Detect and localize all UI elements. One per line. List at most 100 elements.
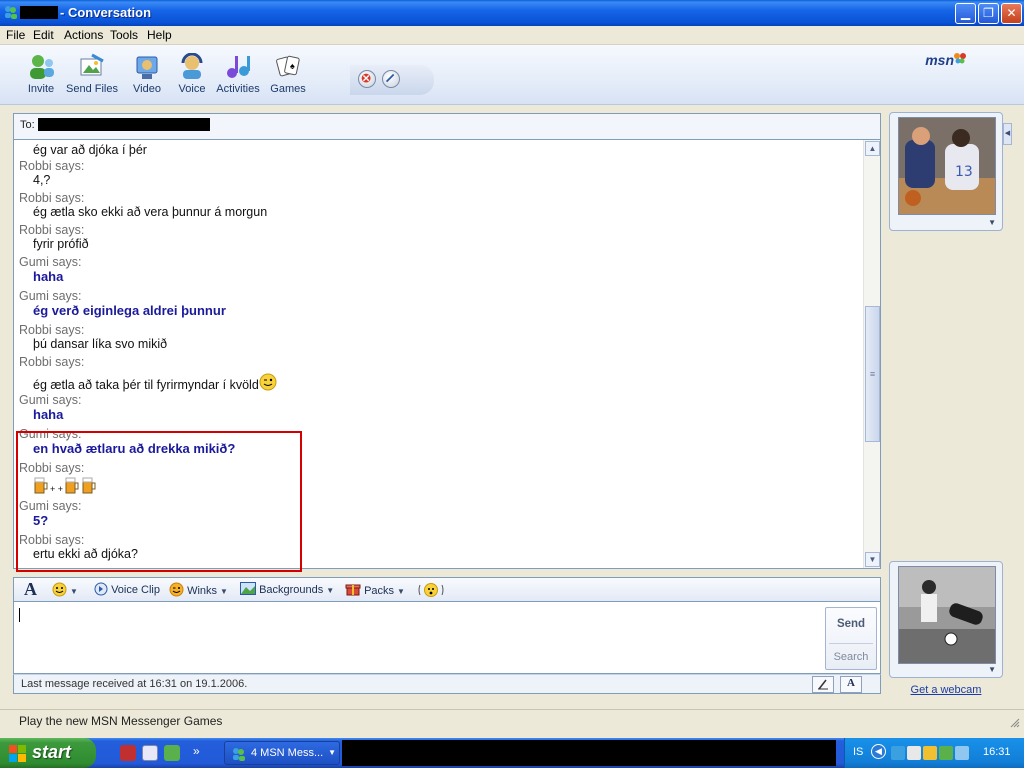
menu-tools[interactable]: Tools	[110, 28, 138, 42]
language-indicator[interactable]: IS	[853, 746, 863, 758]
voice-button[interactable]: Voice	[177, 53, 207, 95]
send-files-icon	[80, 53, 104, 76]
list-item: Gumi says: haha	[19, 255, 82, 284]
emoticon-button[interactable]: ▼	[52, 582, 78, 597]
system-tray: IS ◀ 16:31	[844, 738, 1024, 768]
ad-banner[interactable]: Play the new MSN Messenger Games	[0, 709, 1024, 731]
text-cursor	[19, 608, 20, 622]
menu-help[interactable]: Help	[147, 28, 172, 42]
list-item: Robbi says: þú dansar líka svo mikið	[19, 323, 168, 351]
quicklaunch-explorer-icon[interactable]	[142, 745, 158, 761]
red-highlight-box	[16, 431, 302, 572]
recipient-bar: To:	[13, 113, 881, 139]
video-icon	[136, 56, 158, 79]
list-item: Robbi says: ég ætla að taka þér til fyri…	[19, 355, 277, 392]
contact-display-picture[interactable]: 13	[898, 117, 996, 215]
quicklaunch-app-icon[interactable]	[120, 745, 136, 761]
voice-icon	[181, 53, 203, 79]
window-title: - Conversation	[60, 5, 152, 20]
block-button[interactable]	[358, 70, 376, 88]
last-message-status: Last message received at 16:31 on 19.1.2…	[21, 678, 248, 690]
minimize-button[interactable]: ▁	[955, 3, 976, 24]
list-item: Robbi says: fyrir prófið	[19, 223, 89, 251]
history-scrollbar[interactable]: ▲ ≡ ▼	[863, 140, 880, 568]
tray-network-icon[interactable]	[955, 746, 969, 760]
taskbar: start » 4 MSN Mess... ▼ IS ◀ 16:31	[0, 738, 1024, 768]
tray-expand-icon[interactable]: ◀	[871, 744, 886, 759]
message-input[interactable]: Send Search	[13, 601, 881, 674]
tray-signal-icon[interactable]	[939, 746, 953, 760]
font-button[interactable]: A	[24, 579, 37, 600]
my-display-picture[interactable]	[898, 566, 996, 664]
menu-edit[interactable]: Edit	[33, 28, 54, 42]
tray-app-icon[interactable]	[907, 746, 921, 760]
send-divider	[829, 643, 873, 644]
scroll-thumb[interactable]: ≡	[865, 306, 880, 442]
redacted-taskbar-area	[342, 740, 836, 766]
banner-text[interactable]: Play the new MSN Messenger Games	[19, 714, 222, 728]
msn-buddy-icon	[233, 748, 245, 761]
main-toolbar: Invite Send Files Video Voice Activities	[0, 45, 1024, 105]
backgrounds-button[interactable]: Backgrounds ▼	[240, 582, 334, 596]
msn-buddy-icon	[5, 6, 17, 19]
voice-clip-button[interactable]: Voice Clip	[94, 582, 160, 596]
search-button[interactable]: Search	[826, 651, 876, 663]
butterfly-icon	[954, 53, 966, 64]
menu-actions[interactable]: Actions	[64, 28, 103, 42]
list-item: Gumi says: ég verð eiginlega aldrei þunnu…	[19, 289, 226, 318]
message-text-partial: ég var að djóka í þér	[33, 143, 147, 157]
menu-file[interactable]: File	[6, 28, 25, 42]
winks-button[interactable]: Winks ▼	[169, 582, 228, 597]
list-item: Robbi says: 4,?	[19, 159, 85, 187]
packs-button[interactable]: Packs ▼	[345, 582, 405, 597]
packs-icon	[345, 584, 361, 596]
type-tab[interactable]: A	[840, 676, 862, 693]
collapse-pane-arrow[interactable]: ◀	[1003, 123, 1012, 145]
block-toolbar	[350, 65, 434, 95]
brush-icon	[385, 73, 395, 83]
get-webcam-link[interactable]: Get a webcam	[889, 684, 1003, 696]
title-bar: - Conversation ▁ ❐ ✕	[0, 0, 1024, 26]
winks-icon	[169, 582, 184, 597]
games-icon: ♠	[276, 55, 300, 77]
start-button[interactable]: start	[0, 738, 96, 768]
tray-app-icon[interactable]	[923, 746, 937, 760]
quicklaunch-msn-icon[interactable]	[164, 745, 180, 761]
close-button[interactable]: ✕	[1001, 3, 1022, 24]
video-button[interactable]: Video	[132, 53, 162, 95]
backgrounds-icon	[240, 582, 256, 595]
scroll-up-arrow[interactable]: ▲	[865, 141, 880, 156]
send-button[interactable]: Send	[826, 618, 876, 630]
activities-button[interactable]: Activities	[215, 53, 261, 95]
windows-flag-icon	[9, 745, 26, 762]
svg-text:♠: ♠	[290, 61, 295, 71]
my-picture-dropdown[interactable]: ▼	[988, 665, 996, 674]
clock[interactable]: 16:31	[983, 746, 1011, 758]
tray-msn-icon[interactable]	[891, 746, 905, 760]
maximize-button[interactable]: ❐	[978, 3, 999, 24]
send-box: Send Search	[825, 607, 877, 670]
format-toolbar: A ▼ Voice Clip Winks ▼ Backgrounds ▼ Packs…	[13, 577, 881, 601]
menu-bar: File Edit Actions Tools Help	[0, 26, 1024, 45]
voice-clip-icon	[94, 582, 108, 596]
handwriting-tab[interactable]	[812, 676, 834, 693]
change-background-button[interactable]	[382, 70, 400, 88]
list-item: Gumi says: haha	[19, 393, 82, 422]
contact-picture-dropdown[interactable]: ▼	[988, 218, 996, 227]
status-line: Last message received at 16:31 on 19.1.2…	[13, 674, 881, 694]
list-item: Robbi says: ég ætla sko ekki að vera þunn…	[19, 191, 268, 219]
my-display-picture-frame: ▼	[889, 561, 1003, 678]
quicklaunch-more-arrow[interactable]: »	[193, 744, 200, 758]
taskbar-group-arrow: ▼	[328, 748, 336, 757]
activities-icon	[227, 56, 250, 78]
send-files-button[interactable]: Send Files	[66, 53, 118, 95]
nudge-button[interactable]	[418, 582, 444, 598]
resize-grip-icon[interactable]	[1008, 716, 1020, 728]
games-button[interactable]: ♠ Games	[270, 53, 306, 95]
smiley-icon	[52, 582, 67, 597]
taskbar-msn-window[interactable]: 4 MSN Mess... ▼	[224, 741, 340, 765]
to-label: To:	[20, 119, 35, 131]
basketball-photo-icon: 13	[899, 118, 995, 214]
invite-button[interactable]: Invite	[24, 53, 58, 95]
scroll-down-arrow[interactable]: ▼	[865, 552, 880, 567]
